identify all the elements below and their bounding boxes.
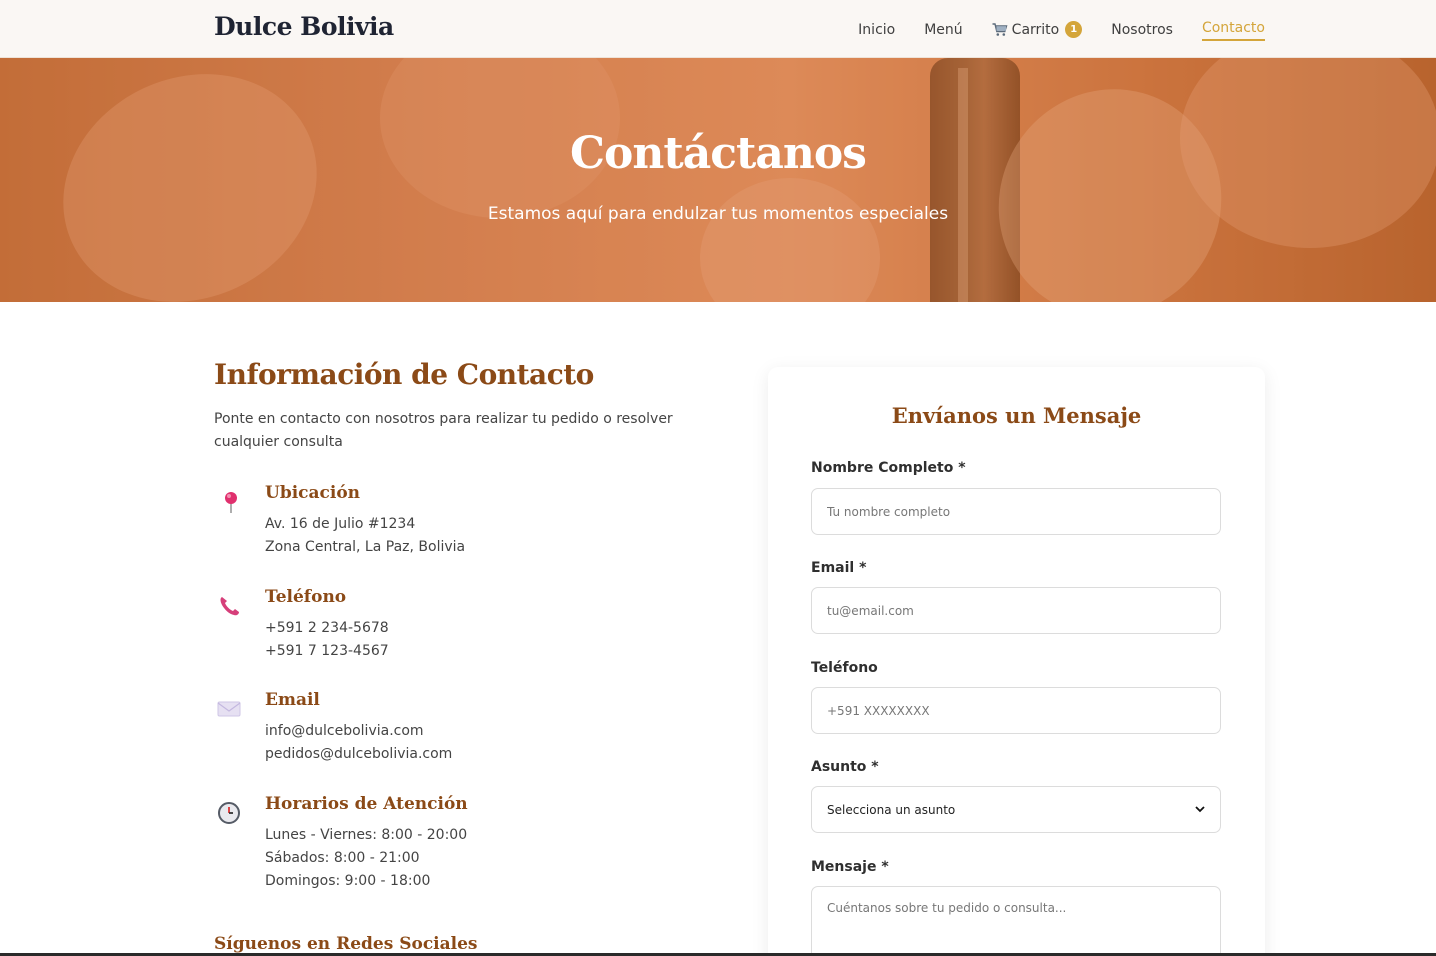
hero-subtitle: Estamos aquí para endulzar tus momentos …	[487, 204, 949, 224]
social-section-title: Síguenos en Redes Sociales	[214, 934, 478, 954]
form-title: Envíanos un Mensaje	[891, 403, 1142, 428]
subject-select[interactable]: Selecciona un asunto	[811, 786, 1221, 833]
nav-link-nosotros[interactable]: Nosotros	[1111, 20, 1173, 40]
nav-link-carrito[interactable]: Carrito 1	[992, 20, 1083, 40]
email-input[interactable]	[811, 587, 1221, 634]
info-item-title: Email	[265, 690, 320, 710]
nav-link-inicio[interactable]: Inicio	[858, 20, 895, 40]
info-line: Lunes - Viernes: 8:00 - 20:00	[265, 827, 468, 843]
nav-links: Inicio Menú Carrito 1 Nosotros Contacto	[858, 18, 1265, 41]
cart-icon	[992, 22, 1008, 36]
chevron-down-icon	[1195, 806, 1205, 813]
envelope-icon	[214, 694, 244, 724]
info-line: Av. 16 de Julio #1234	[265, 516, 416, 532]
info-item-lines: info@dulcebolivia.com pedidos@dulceboliv…	[265, 720, 452, 766]
info-line: +591 7 123-4567	[265, 643, 389, 659]
phone-label: Teléfono	[811, 660, 878, 676]
nav-link-label: Carrito	[1011, 21, 1060, 38]
info-item-title: Horarios de Atención	[265, 794, 468, 814]
subject-label: Asunto *	[811, 759, 879, 775]
name-label: Nombre Completo *	[811, 460, 966, 476]
pushpin-icon	[214, 487, 244, 517]
info-item-lines: Av. 16 de Julio #1234 Zona Central, La P…	[265, 513, 465, 559]
nav-link-menu[interactable]: Menú	[924, 20, 962, 40]
phone-icon	[214, 591, 244, 621]
message-label: Mensaje *	[811, 859, 889, 875]
subject-selected-value: Selecciona un asunto	[827, 802, 956, 817]
info-item-title: Ubicación	[265, 483, 361, 503]
info-item-title: Teléfono	[265, 587, 347, 607]
info-line: info@dulcebolivia.com	[265, 723, 424, 739]
info-line: Zona Central, La Paz, Bolivia	[265, 539, 466, 555]
navbar: Dulce Bolivia Inicio Menú Carrito 1 Noso…	[0, 0, 1436, 58]
info-line: Domingos: 9:00 - 18:00	[265, 873, 431, 889]
contact-info-title: Información de Contacto	[214, 358, 594, 391]
message-textarea[interactable]	[811, 886, 1221, 956]
info-line: +591 2 234-5678	[265, 620, 389, 636]
contact-info-description: Ponte en contacto con nosotros para real…	[214, 411, 673, 450]
info-item-lines: Lunes - Viernes: 8:00 - 20:00 Sábados: 8…	[265, 824, 467, 893]
nav-link-label: Contacto	[1201, 20, 1265, 36]
hero-title: Contáctanos	[570, 128, 867, 179]
info-line: Sábados: 8:00 - 21:00	[265, 850, 420, 866]
hero-banner: Contáctanos Estamos aquí para endulzar t…	[0, 58, 1436, 302]
nav-link-contacto[interactable]: Contacto	[1201, 18, 1265, 41]
phone-input[interactable]	[811, 687, 1221, 734]
info-item-lines: +591 2 234-5678 +591 7 123-4567	[265, 617, 389, 663]
cart-count-badge: 1	[1065, 21, 1083, 38]
hero-overlay	[0, 58, 1436, 302]
nav-link-label: Inicio	[858, 21, 896, 38]
brand-logo[interactable]: Dulce Bolivia	[214, 12, 394, 41]
contact-form-card: Envíanos un Mensaje Nombre Completo * Em…	[768, 367, 1265, 956]
nav-link-label: Nosotros	[1111, 21, 1173, 38]
email-label: Email *	[811, 560, 867, 576]
clock-icon	[214, 798, 244, 828]
nav-link-label: Menú	[924, 21, 963, 38]
name-input[interactable]	[811, 488, 1221, 535]
info-line: pedidos@dulcebolivia.com	[265, 746, 453, 762]
